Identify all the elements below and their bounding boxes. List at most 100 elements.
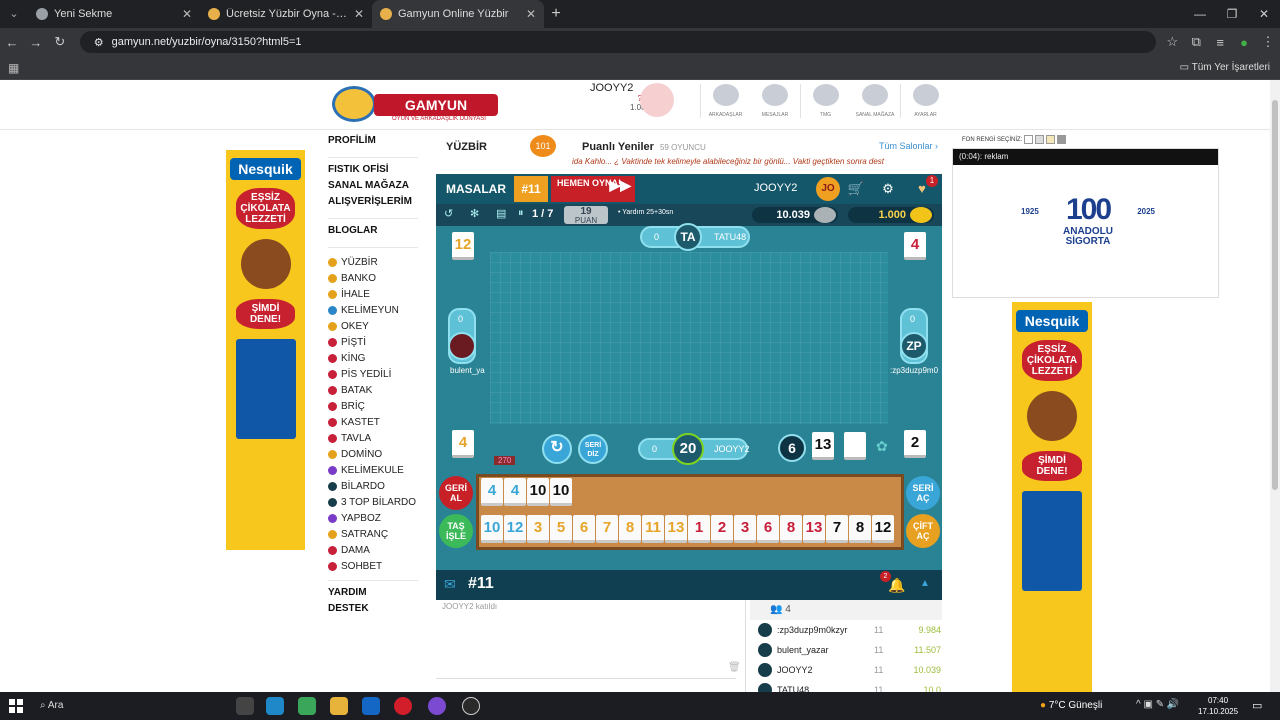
video-ad[interactable]: (0:04): reklam 1925 2025 100 ANADOLU SİG… (952, 148, 1219, 298)
swatch-grey[interactable] (1035, 135, 1045, 144)
rack-tile[interactable]: 8 (780, 515, 802, 543)
rack-tile[interactable]: 5 (550, 515, 572, 543)
close-icon[interactable]: ✕ (182, 7, 192, 21)
nav-messages[interactable]: MESAJLAR (750, 84, 800, 118)
tab-search-icon[interactable]: ⌄ (0, 0, 28, 28)
new-tab-icon[interactable]: + (544, 0, 568, 28)
menu-help[interactable]: YARDIM (328, 587, 418, 603)
rack-tile[interactable]: 2 (711, 515, 733, 543)
menu-profile[interactable]: PROFİLİM (328, 135, 418, 151)
swatch-dark[interactable] (1057, 135, 1067, 144)
url-field[interactable]: ⚙ gamyun.net/yuzbir/oyna/3150?html5=1 (79, 31, 1157, 53)
cart-icon[interactable]: 🛒 (846, 179, 866, 199)
rack-tile[interactable]: 12 (872, 515, 894, 543)
menu-game-19[interactable]: SOHBET (328, 558, 418, 574)
back-icon[interactable]: ← (0, 35, 24, 50)
page-scrollbar[interactable] (1270, 80, 1280, 692)
user-avatar[interactable] (640, 83, 674, 117)
reset-sort-icon[interactable]: ↻ (542, 434, 572, 464)
menu-game-6[interactable]: KİNG (328, 350, 418, 366)
site-info-icon[interactable]: ⚙ (94, 36, 104, 49)
menu-icon[interactable]: ⋮ (1256, 34, 1280, 50)
right-discard-tile[interactable]: 2 (904, 430, 926, 458)
undo-button[interactable]: GERİ AL (439, 476, 473, 510)
tab-gamyun[interactable]: Gamyun Online Yüzbir ✕ (372, 0, 544, 28)
menu-game-3[interactable]: KELİMEYUN (328, 302, 418, 318)
menu-game-7[interactable]: PİS YEDİLİ (328, 366, 418, 382)
sort-series-button[interactable]: SERİ DİZ (578, 434, 608, 464)
close-icon[interactable]: ✕ (526, 7, 536, 21)
draw-pile-tile[interactable] (844, 432, 866, 460)
rack-tile[interactable]: 13 (665, 515, 687, 543)
rack-tile[interactable]: 4 (504, 478, 526, 506)
clock[interactable]: 07:40 17.10.2025 (1198, 695, 1238, 717)
menu-purchases[interactable]: ALIŞVERİŞLERİM (328, 196, 418, 212)
menu-game-18[interactable]: DAMA (328, 542, 418, 558)
app-icon[interactable] (428, 697, 446, 715)
nav-store[interactable]: SANAL MAĞAZA (850, 84, 900, 118)
menu-game-0[interactable]: YÜZBİR (328, 254, 418, 270)
open-pairs-button[interactable]: ÇİFT AÇ (906, 514, 940, 548)
left-player-avatar[interactable] (448, 332, 476, 360)
player-row[interactable]: :zp3duzp9m0kzyr 11 9.984 (750, 620, 942, 640)
my-avatar[interactable]: JO (816, 177, 840, 201)
settings-gear-icon[interactable]: ⚙ (878, 179, 898, 199)
rack-tile[interactable]: 10 (481, 515, 503, 543)
rack-tile[interactable]: 8 (619, 515, 641, 543)
undo-icon[interactable]: ↺ (444, 207, 453, 220)
rack-tile[interactable]: 3 (527, 515, 549, 543)
rack-tile[interactable]: 7 (596, 515, 618, 543)
task-view-icon[interactable] (236, 697, 254, 715)
chat-input[interactable] (436, 678, 736, 692)
taskbar-search[interactable]: ⌕ Ara (40, 700, 63, 711)
all-rooms-link[interactable]: Tüm Salonlar › (879, 141, 938, 151)
close-icon[interactable]: ✕ (354, 7, 364, 21)
right-player-avatar[interactable]: ZP (900, 332, 928, 360)
rack-tile[interactable]: 11 (642, 515, 664, 543)
profile-icon[interactable]: ● (1232, 35, 1256, 50)
forward-icon[interactable]: → (24, 35, 48, 50)
menu-game-4[interactable]: OKEY (328, 318, 418, 334)
menu-game-12[interactable]: DOMİNO (328, 446, 418, 462)
pause-icon[interactable]: ⏸ (518, 207, 524, 220)
notification-icon[interactable]: ▭ (1252, 699, 1262, 712)
collapse-icon[interactable]: ▲ (920, 578, 930, 589)
menu-game-10[interactable]: KASTET (328, 414, 418, 430)
menu-game-2[interactable]: İHALE (328, 286, 418, 302)
rack-tile[interactable]: 6 (757, 515, 779, 543)
trash-icon[interactable]: 🗑 (728, 662, 741, 673)
scrollbar-thumb[interactable] (1272, 100, 1278, 490)
rack-tile[interactable]: 13 (803, 515, 825, 543)
rack-tile[interactable]: 1 (688, 515, 710, 543)
play-now-button[interactable]: HEMEN OYNA! ▶▶ (551, 176, 635, 202)
rack-tile[interactable]: 7 (826, 515, 848, 543)
table-settings-icon[interactable]: ✿ (876, 438, 888, 455)
swatch-cream[interactable] (1046, 135, 1056, 144)
gamyun-logo[interactable]: GAMYUN OYUN VE ARKADAŞLIK DÜNYASI (322, 84, 502, 124)
right-ad-banner[interactable]: Nesquik EŞSİZ ÇİKOLATA LEZZETİ ŞİMDİ DEN… (1012, 302, 1092, 692)
minimize-icon[interactable]: — (1184, 0, 1216, 28)
process-tile-button[interactable]: TAŞ İŞLE (439, 514, 473, 548)
bookmark-star-icon[interactable]: ☆ (1160, 34, 1184, 50)
rack-tile[interactable]: 4 (481, 478, 503, 506)
rack-tile[interactable]: 10 (527, 478, 549, 506)
menu-game-15[interactable]: 3 TOP BİLARDO (328, 494, 418, 510)
tab-new[interactable]: Yeni Sekme ✕ (28, 0, 200, 28)
left-ad-banner[interactable]: Nesquik EŞSİZ ÇİKOLATA LEZZETİ ŞİMDİ DEN… (226, 150, 305, 550)
swatch-white[interactable] (1024, 135, 1034, 144)
menu-game-14[interactable]: BİLARDO (328, 478, 418, 494)
file-explorer-icon[interactable] (330, 697, 348, 715)
windows-start-icon[interactable] (9, 699, 23, 713)
settings-cog-icon[interactable]: ✻ (470, 207, 479, 220)
close-window-icon[interactable]: ✕ (1248, 0, 1280, 28)
tab-salon[interactable]: Ücretsiz Yüzbir Oyna - Salon Li... ✕ (200, 0, 372, 28)
media-icon[interactable]: ≡ (1208, 35, 1232, 50)
chrome-icon[interactable] (298, 697, 316, 715)
rack-tile[interactable]: 8 (849, 515, 871, 543)
rack-tile[interactable]: 10 (550, 478, 572, 506)
weather-widget[interactable]: ● 7°C Güneşli (1040, 700, 1102, 711)
chat-icon[interactable]: ✉ (444, 576, 456, 593)
apps-icon[interactable]: ▦ (8, 61, 19, 75)
menu-game-11[interactable]: TAVLA (328, 430, 418, 446)
player-row[interactable]: JOOYY2 11 10.039 (750, 660, 942, 680)
